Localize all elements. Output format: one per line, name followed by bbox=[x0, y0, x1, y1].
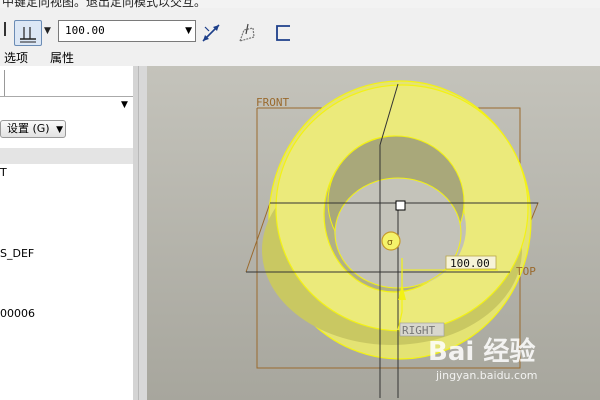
tree-item[interactable]: 00006 bbox=[0, 307, 35, 320]
depth-value: 100.00 bbox=[65, 24, 105, 37]
model-tree-panel: ▼ 设置 (G) ▼ T S_DEF 00006 bbox=[0, 66, 139, 400]
instruction-text: 中键定向视图。退出定向模式以交互。 bbox=[2, 0, 207, 8]
flip-direction-button[interactable] bbox=[200, 22, 222, 44]
settings-label: 设置 (G) bbox=[7, 122, 50, 135]
watermark-logo: Bai 经验 bbox=[428, 337, 536, 367]
handle-glyph-icon: σ bbox=[387, 238, 393, 248]
chevron-down-icon[interactable]: ▼ bbox=[44, 26, 51, 36]
panel-tab[interactable] bbox=[0, 70, 5, 96]
tree-item[interactable]: S_DEF bbox=[0, 247, 34, 260]
depth-value-field[interactable]: 100.00 ▼ bbox=[58, 20, 196, 42]
vertical-scrollbar[interactable] bbox=[133, 66, 138, 400]
toolbar-separator bbox=[0, 22, 6, 36]
top-label: TOP bbox=[516, 265, 536, 278]
dashboard-tabs: 选项 属性 bbox=[0, 48, 600, 66]
sketch-icon bbox=[239, 23, 255, 42]
depth-icon bbox=[20, 27, 36, 43]
tab-properties[interactable]: 属性 bbox=[50, 49, 74, 66]
watermark: Bai 经验 jingyan.baidu.com bbox=[422, 325, 592, 395]
tree-item[interactable]: T bbox=[0, 166, 7, 179]
open-rectangle-button[interactable] bbox=[272, 22, 294, 44]
chevron-down-icon[interactable]: ▼ bbox=[121, 100, 128, 110]
instruction-strip: 中键定向视图。退出定向模式以交互。 bbox=[0, 0, 600, 8]
splitter[interactable] bbox=[139, 66, 147, 400]
dimension-value[interactable]: 100.00 bbox=[450, 257, 490, 270]
settings-button[interactable]: 设置 (G) ▼ bbox=[0, 120, 66, 138]
origin-handle[interactable] bbox=[395, 200, 406, 211]
tube-model bbox=[262, 80, 532, 360]
dropdown-arrow-icon[interactable]: ▼ bbox=[185, 26, 192, 36]
tab-options[interactable]: 选项 bbox=[4, 49, 28, 66]
depth-options-button[interactable] bbox=[14, 20, 42, 46]
chevron-down-icon: ▼ bbox=[56, 125, 64, 135]
open-rectangle-icon bbox=[276, 25, 290, 41]
panel-divider bbox=[0, 96, 138, 97]
watermark-url: jingyan.baidu.com bbox=[436, 369, 538, 382]
graphics-window[interactable]: σ FRONT TOP 100.00 RIGHT Bai 经验 jingyan.… bbox=[147, 66, 600, 400]
flip-direction-icon bbox=[202, 24, 220, 42]
front-label: FRONT bbox=[256, 96, 289, 109]
sketch-button[interactable] bbox=[236, 22, 258, 44]
tree-header bbox=[0, 148, 133, 164]
dashboard-toolbar: ▼ 100.00 ▼ bbox=[0, 8, 600, 48]
